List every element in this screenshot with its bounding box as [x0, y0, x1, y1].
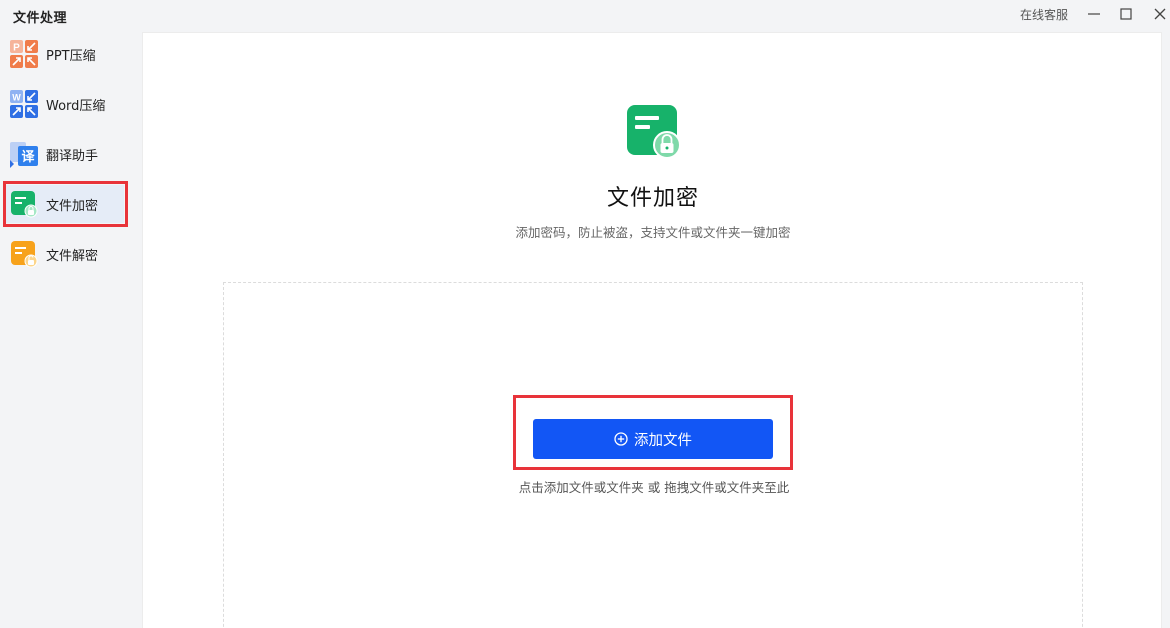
- svg-text:P: P: [13, 43, 20, 54]
- add-file-button-label: 添加文件: [634, 432, 692, 449]
- sidebar-item-label: 翻译助手: [46, 148, 99, 164]
- app-title: 文件处理: [13, 11, 68, 26]
- main-panel: 文件加密 添加密码，防止被盗，支持文件或文件夹一键加密 添加文件 点击添加文件或…: [142, 32, 1162, 628]
- maximize-icon: [1120, 8, 1132, 20]
- close-button[interactable]: [1149, 3, 1170, 25]
- app-window: 文件处理 在线客服 P PPT压缩 W Word压缩 译 翻译助手 文件加密 文…: [0, 0, 1170, 628]
- sidebar-item-file-decrypt[interactable]: 文件解密: [6, 235, 124, 273]
- sidebar-item-label: 文件解密: [46, 248, 99, 264]
- file-decrypt-icon: [10, 240, 38, 268]
- maximize-button[interactable]: [1115, 3, 1137, 25]
- add-file-button[interactable]: 添加文件: [533, 419, 773, 459]
- sidebar: P PPT压缩 W Word压缩 译 翻译助手 文件加密 文件解密: [0, 30, 140, 628]
- close-icon: [1154, 8, 1166, 20]
- file-encrypt-icon: [627, 103, 681, 161]
- svg-text:译: 译: [21, 150, 35, 165]
- highlight-box-sidebar: [3, 181, 128, 227]
- sidebar-item-label: Word压缩: [46, 98, 106, 114]
- sidebar-item-label: PPT压缩: [46, 48, 96, 64]
- translate-icon: 译: [10, 140, 38, 168]
- sidebar-item-ppt-compress[interactable]: P PPT压缩: [6, 35, 124, 73]
- page-title: 文件加密: [606, 186, 699, 211]
- minimize-icon: [1088, 13, 1100, 15]
- drop-hint-text: 点击添加文件或文件夹 或 拖拽文件或文件夹至此: [518, 480, 790, 495]
- sidebar-item-translate[interactable]: 译 翻译助手: [6, 135, 124, 173]
- ppt-compress-icon: P: [10, 40, 38, 68]
- online-support-link[interactable]: 在线客服: [1020, 6, 1068, 23]
- svg-text:W: W: [12, 93, 21, 103]
- minimize-button[interactable]: [1083, 3, 1105, 25]
- page-subtitle: 添加密码，防止被盗，支持文件或文件夹一键加密: [515, 225, 791, 240]
- title-bar: 文件处理 在线客服: [0, 0, 1170, 30]
- word-compress-icon: W: [10, 90, 38, 118]
- plus-circle-icon: [614, 432, 628, 446]
- sidebar-item-word-compress[interactable]: W Word压缩: [6, 85, 124, 123]
- file-drop-zone[interactable]: 添加文件 点击添加文件或文件夹 或 拖拽文件或文件夹至此: [223, 282, 1083, 628]
